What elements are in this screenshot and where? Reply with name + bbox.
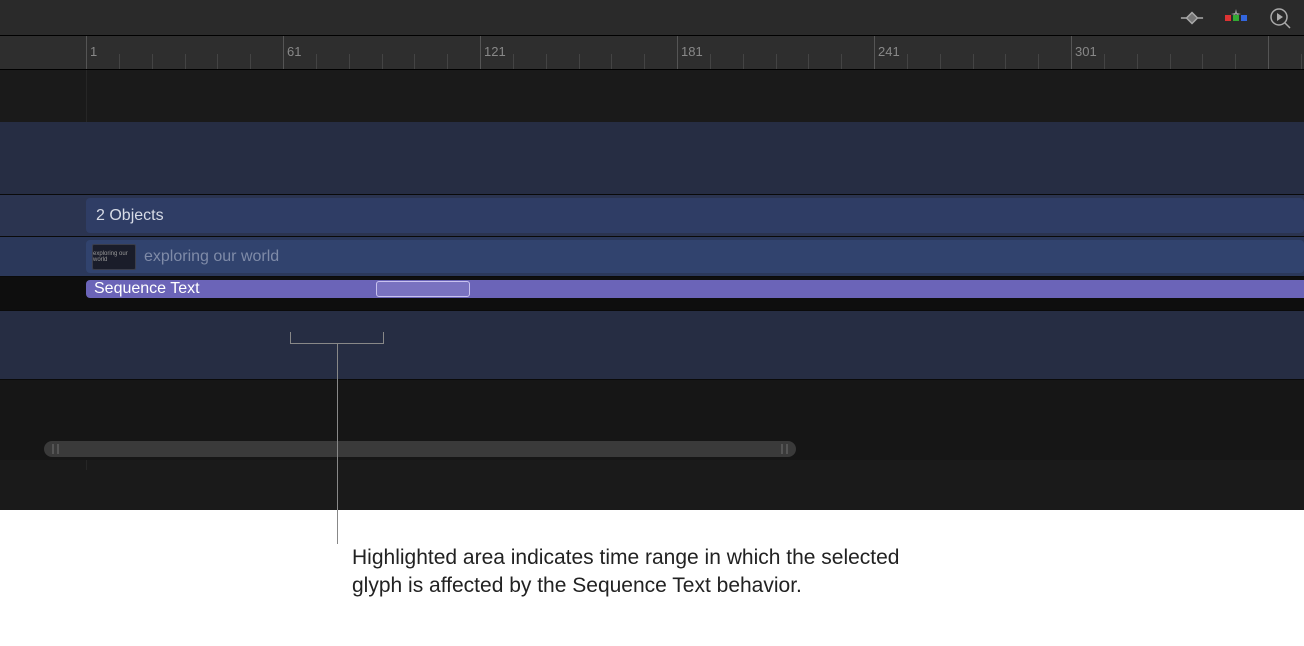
timeline-toolbar — [0, 0, 1304, 36]
ruler-tick-minor — [644, 54, 645, 70]
behavior-clip[interactable]: Sequence Text — [86, 280, 1304, 298]
ruler-tick-minor — [1104, 54, 1105, 70]
ruler-tick-minor — [513, 54, 514, 70]
objects-clip[interactable]: 2 Objects — [86, 198, 1304, 233]
ruler-tick-minor — [611, 54, 612, 70]
ruler-tick-minor — [152, 54, 153, 70]
ruler-tick-minor — [579, 54, 580, 70]
ruler-tick-minor — [185, 54, 186, 70]
ruler-tick-minor — [414, 54, 415, 70]
tracks-area: 2 Objects exploring our world exploring … — [0, 70, 1304, 470]
ruler-label: 301 — [1075, 44, 1097, 59]
ruler-tick-major — [1071, 36, 1072, 69]
filters-sparkle-icon[interactable] — [1224, 6, 1248, 30]
timeline-panel: 1 61 121 181 241 301 2 Objects exploring our … — [0, 0, 1304, 510]
ruler-tick-major — [1268, 36, 1269, 69]
ruler-tick-minor — [776, 54, 777, 70]
text-clip-label: exploring our world — [144, 248, 279, 266]
ruler-tick-minor — [349, 54, 350, 70]
callout-stem — [337, 344, 338, 544]
ruler-tick-minor — [841, 54, 842, 70]
ruler-tick-minor — [316, 54, 317, 70]
horizontal-scrollbar[interactable] — [20, 438, 1304, 460]
track-group-top[interactable] — [0, 122, 1304, 194]
text-thumbnail: exploring our world — [92, 244, 136, 270]
ruler-tick-minor — [1170, 54, 1171, 70]
timeline-ruler[interactable]: 1 61 121 181 241 301 — [0, 36, 1304, 70]
ruler-label: 1 — [90, 44, 97, 59]
scrollbar-thumb[interactable] — [44, 441, 796, 457]
ruler-label: 241 — [878, 44, 900, 59]
track-text-row[interactable]: exploring our world exploring our world — [0, 236, 1304, 276]
ruler-tick-minor — [546, 54, 547, 70]
ruler-tick-minor — [1137, 54, 1138, 70]
search-play-icon[interactable] — [1268, 6, 1292, 30]
ruler-tick-minor — [1038, 54, 1039, 70]
ruler-tick-major — [480, 36, 481, 69]
track-behavior-row[interactable]: Sequence Text — [0, 276, 1304, 310]
ruler-tick-minor — [940, 54, 941, 70]
ruler-tick-minor — [907, 54, 908, 70]
ruler-tick-minor — [217, 54, 218, 70]
ruler-label: 181 — [681, 44, 703, 59]
ruler-tick-major — [283, 36, 284, 69]
ruler-tick-minor — [382, 54, 383, 70]
ruler-tick-major — [677, 36, 678, 69]
ruler-tick-minor — [1301, 54, 1302, 70]
caption: Highlighted area indicates time range in… — [352, 544, 912, 601]
keyframe-icon[interactable] — [1180, 6, 1204, 30]
ruler-tick-minor — [973, 54, 974, 70]
callout-bracket — [290, 332, 384, 344]
ruler-tick-minor — [119, 54, 120, 70]
ruler-tick-minor — [447, 54, 448, 70]
ruler-tick-major — [874, 36, 875, 69]
ruler-tick-minor — [1235, 54, 1236, 70]
objects-clip-label: 2 Objects — [96, 207, 164, 225]
text-clip[interactable]: exploring our world exploring our world — [86, 240, 1304, 273]
ruler-tick-minor — [1005, 54, 1006, 70]
track-objects-row[interactable]: 2 Objects — [0, 194, 1304, 236]
track-group-bottom[interactable] — [0, 310, 1304, 380]
ruler-tick-minor — [743, 54, 744, 70]
glyph-highlight-range[interactable] — [376, 281, 470, 297]
ruler-tick-major — [86, 36, 87, 69]
ruler-tick-minor — [710, 54, 711, 70]
caption-text: Highlighted area indicates time range in… — [352, 544, 912, 601]
ruler-tick-minor — [808, 54, 809, 70]
ruler-label: 61 — [287, 44, 301, 59]
ruler-tick-minor — [250, 54, 251, 70]
behavior-clip-label: Sequence Text — [94, 280, 200, 298]
ruler-tick-minor — [1202, 54, 1203, 70]
ruler-label: 121 — [484, 44, 506, 59]
